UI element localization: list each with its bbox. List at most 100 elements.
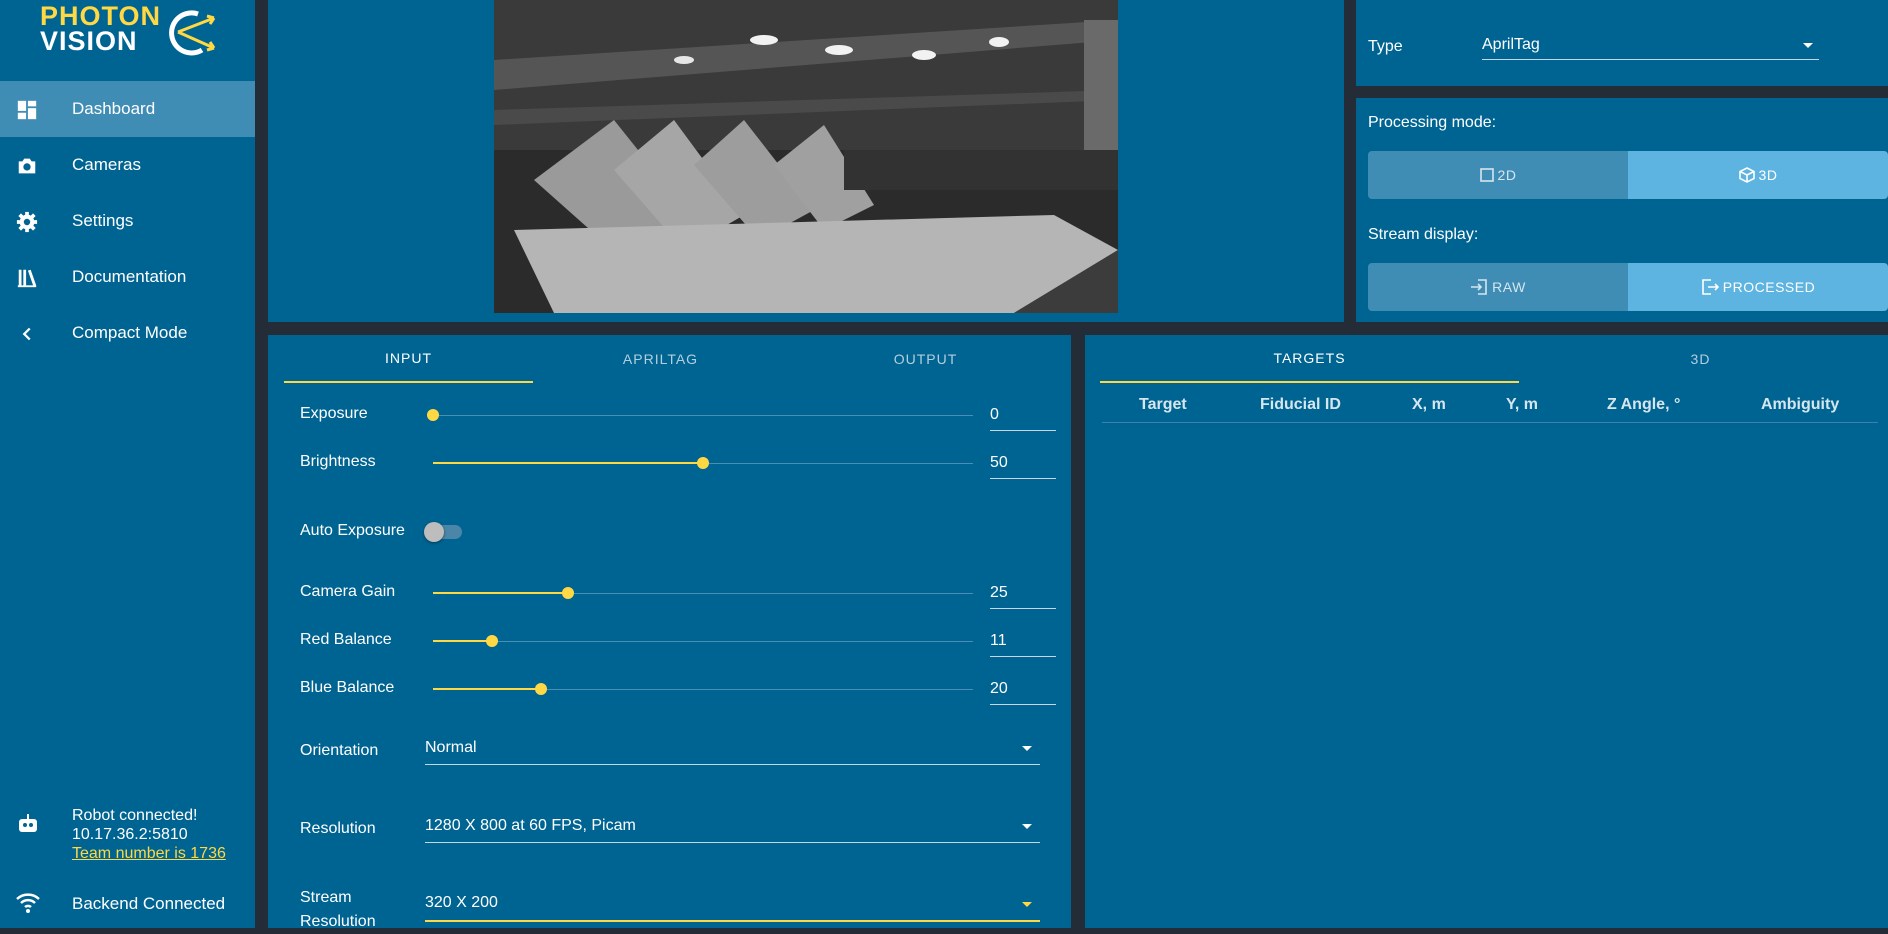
cube-icon	[1738, 167, 1755, 183]
camera-icon	[18, 158, 36, 174]
column-header-z-angle: Z Angle, °	[1607, 396, 1681, 413]
raw-stream-label: RAW	[1492, 279, 1526, 295]
slider-fill	[433, 592, 568, 594]
slider-thumb[interactable]	[535, 683, 547, 695]
logo-line-2: VISION	[40, 26, 138, 56]
sidebar-item-label: Settings	[72, 211, 134, 230]
sidebar-item-label: Dashboard	[72, 99, 156, 118]
sidebar-item-compact-mode[interactable]: Compact Mode	[0, 305, 255, 361]
blue-balance-value-field[interactable]: 20	[990, 674, 1056, 705]
robot-status-line1: Robot connected!	[72, 807, 198, 824]
mode-3d-label: 3D	[1758, 167, 1778, 183]
stream-display-toggle: RAW PROCESSED	[1368, 263, 1888, 311]
auto-exposure-label: Auto Exposure	[300, 522, 405, 539]
stream-resolution-select-value[interactable]: 320 X 200	[425, 894, 498, 912]
resolution-select-value[interactable]: 1280 X 800 at 60 FPS, Picam	[425, 817, 636, 835]
table-header-divider	[1102, 422, 1878, 423]
orientation-select[interactable]	[425, 764, 1040, 765]
mode-2d-button[interactable]: 2D	[1368, 151, 1628, 199]
robot-status-line2: 10.17.36.2:5810	[72, 826, 188, 843]
processing-mode-label: Processing mode:	[1368, 114, 1497, 131]
tab-apriltag[interactable]: APRILTAG	[533, 335, 788, 383]
camera-stream-image	[494, 0, 1118, 313]
slider-fill	[433, 688, 541, 690]
tab-targets[interactable]: TARGETS	[1100, 335, 1519, 383]
logout-icon	[1701, 279, 1719, 295]
mode-3d-button[interactable]: 3D	[1628, 151, 1888, 199]
processed-stream-button[interactable]: PROCESSED	[1628, 263, 1888, 311]
stream-resolution-select[interactable]	[425, 920, 1040, 922]
camera-gain-value-field[interactable]: 25	[990, 578, 1056, 609]
auto-exposure-switch-thumb[interactable]	[424, 522, 444, 542]
red-balance-value-field[interactable]: 11	[990, 626, 1056, 657]
column-header-y: Y, m	[1506, 396, 1539, 413]
slider-thumb[interactable]	[562, 587, 574, 599]
slider-thumb[interactable]	[697, 457, 709, 469]
exposure-value-field[interactable]: 0	[990, 400, 1056, 431]
column-header-fiducial-id: Fiducial ID	[1260, 396, 1341, 413]
exposure-label: Exposure	[300, 405, 368, 422]
slider-thumb[interactable]	[486, 635, 499, 647]
blue-balance-slider-row: Blue Balance 20	[300, 674, 1056, 705]
processing-mode-toggle: 2D 3D	[1368, 151, 1888, 199]
targets-panel	[1085, 335, 1888, 928]
team-number-link[interactable]: Team number is 1736	[72, 845, 226, 862]
resolution-select[interactable]	[425, 842, 1040, 843]
type-select[interactable]	[1482, 59, 1819, 60]
column-header-x: X, m	[1412, 396, 1446, 413]
display-options-panel: Processing mode: 2D 3D Stream display: R…	[1356, 98, 1888, 322]
type-select-value[interactable]: AprilTag	[1482, 36, 1540, 54]
square-icon	[1479, 168, 1494, 182]
stream-display-label: Stream display:	[1368, 226, 1479, 243]
orientation-label: Orientation	[300, 742, 379, 759]
sidebar-item-label: Cameras	[72, 155, 141, 174]
sidebar-item-documentation[interactable]: Documentation	[0, 249, 255, 305]
camera-gain-slider-row: Camera Gain 25	[300, 578, 1056, 609]
mode-2d-label: 2D	[1497, 167, 1517, 183]
chevron-down-icon	[1022, 824, 1032, 829]
sidebar-item-settings[interactable]: Settings	[0, 193, 255, 249]
slider-thumb[interactable]	[427, 409, 439, 421]
camera-gain-label: Camera Gain	[300, 583, 396, 600]
chevron-down-icon	[1022, 902, 1032, 907]
chevron-down-icon	[1022, 746, 1032, 751]
books-icon	[17, 269, 37, 288]
sidebar-item-label: Compact Mode	[72, 323, 188, 342]
robot-status: Robot connected! 10.17.36.2:5810 Team nu…	[72, 806, 226, 863]
sidebar-item-dashboard[interactable]: Dashboard	[0, 81, 255, 137]
raw-stream-button[interactable]: RAW	[1368, 263, 1628, 311]
exposure-slider-row: Exposure 0	[300, 400, 1056, 431]
sidebar-item-cameras[interactable]: Cameras	[0, 137, 255, 193]
gear-icon	[16, 211, 38, 233]
column-header-target: Target	[1139, 396, 1187, 413]
backend-status: Backend Connected	[72, 894, 226, 913]
tab-3d[interactable]: 3D	[1519, 335, 1882, 383]
camera-gain-slider[interactable]	[433, 587, 973, 599]
tab-output[interactable]: OUTPUT	[788, 335, 1063, 383]
stream-resolution-label: Stream Resolution	[300, 886, 376, 934]
photonvision-logo: PHOTON VISION	[40, 3, 220, 60]
brightness-label: Brightness	[300, 453, 376, 470]
processed-stream-label: PROCESSED	[1722, 279, 1816, 295]
dashboard-icon	[17, 100, 37, 120]
blue-balance-label: Blue Balance	[300, 679, 395, 696]
sidebar-item-label: Documentation	[72, 267, 187, 286]
brightness-value-field[interactable]: 50	[990, 448, 1056, 479]
robot-icon	[19, 814, 37, 832]
red-balance-slider-row: Red Balance 11	[300, 626, 1056, 657]
slider-fill	[433, 640, 493, 642]
camera-frame	[494, 0, 1118, 313]
sidebar: PHOTON VISION Dashboard Cameras Settings	[0, 0, 255, 928]
red-balance-slider[interactable]	[433, 635, 973, 647]
stream-resolution-label-line2: Resolution	[300, 913, 376, 930]
exposure-slider[interactable]	[427, 409, 973, 421]
login-icon	[1471, 279, 1487, 295]
tab-input[interactable]: INPUT	[284, 335, 533, 383]
orientation-select-value[interactable]: Normal	[425, 739, 477, 757]
chevron-left-icon	[22, 327, 31, 341]
logo-lens-icon	[169, 10, 216, 56]
stream-resolution-label-line1: Stream	[300, 889, 352, 906]
brightness-slider[interactable]	[433, 457, 973, 469]
blue-balance-slider[interactable]	[433, 683, 973, 695]
type-label: Type	[1368, 38, 1403, 55]
